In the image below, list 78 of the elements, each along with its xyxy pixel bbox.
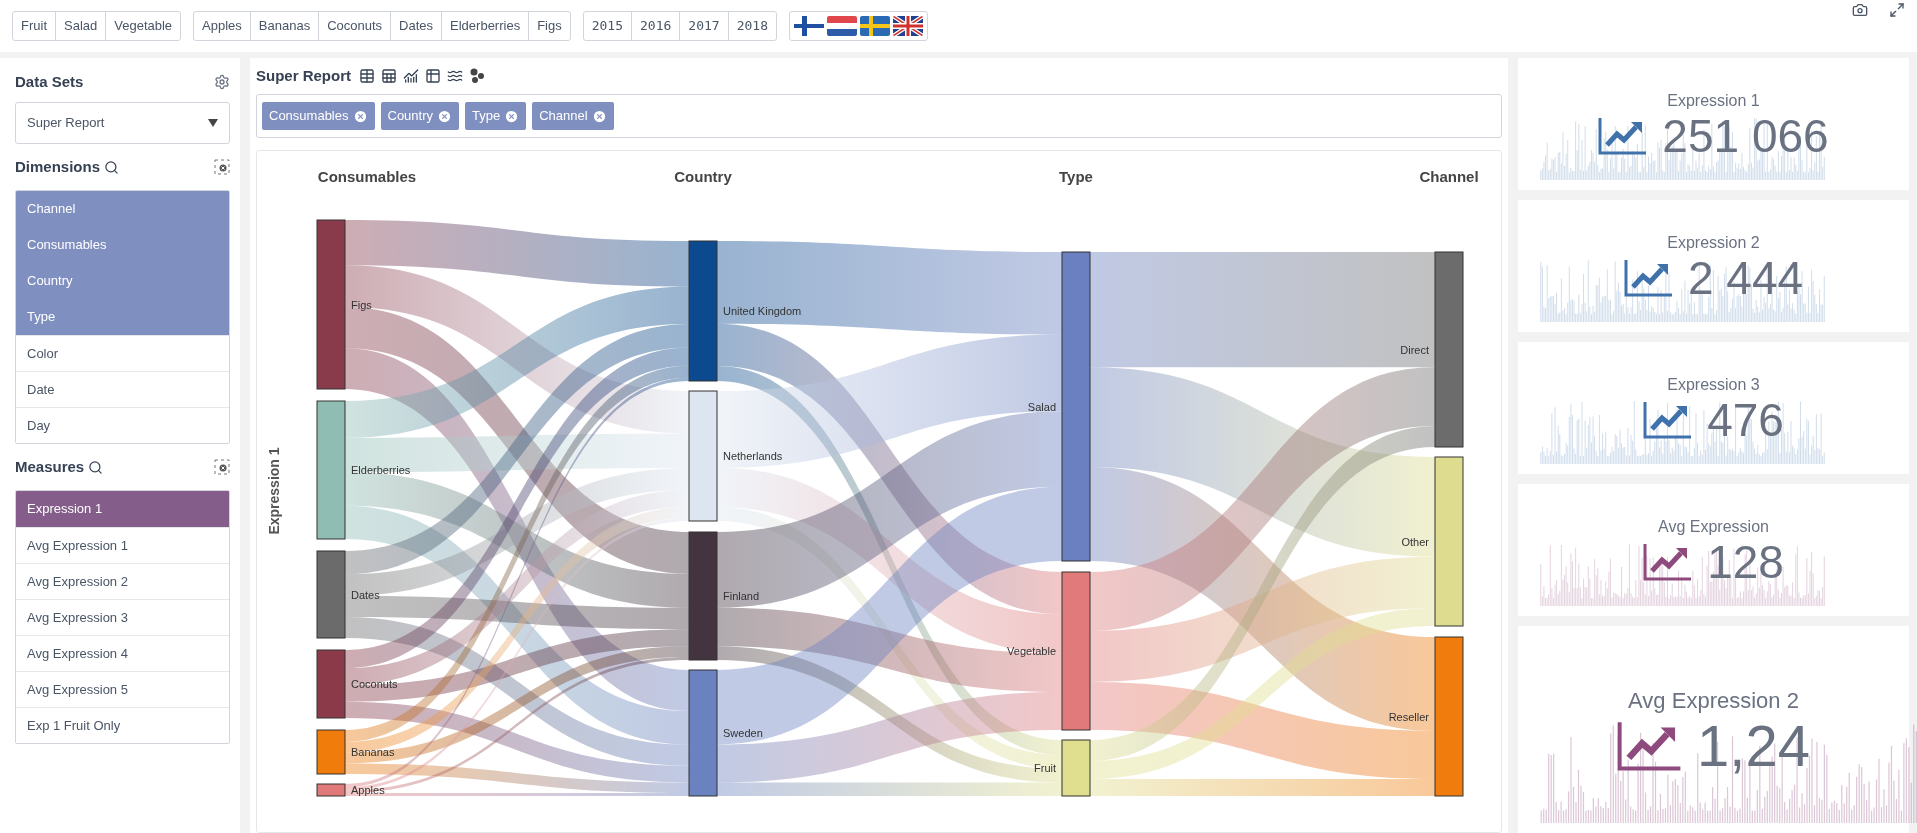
filter-button[interactable]: 2017 xyxy=(679,12,728,40)
trend-chart-icon xyxy=(1643,400,1694,440)
remove-icon[interactable] xyxy=(591,108,607,124)
kpi-value: 251 066 xyxy=(1662,113,1829,159)
table-icon[interactable] xyxy=(425,68,441,84)
kpi-value: 1,24 xyxy=(1697,717,1810,775)
waves-icon[interactable] xyxy=(447,68,463,84)
node-label: Sweden xyxy=(723,727,763,739)
flag-icon[interactable] xyxy=(793,16,824,36)
search-icon[interactable] xyxy=(88,459,104,475)
remove-icon[interactable] xyxy=(504,108,520,124)
clear-selection-icon[interactable] xyxy=(214,159,230,175)
section-title: Data Sets xyxy=(15,71,84,92)
node-label: Direct xyxy=(1400,343,1429,356)
filter-button[interactable]: Bananas xyxy=(249,12,319,40)
caret-icon xyxy=(208,119,218,127)
remove-icon[interactable] xyxy=(437,108,453,124)
filter-button[interactable]: 2018 xyxy=(727,12,776,40)
filter-button[interactable]: Elderberries xyxy=(441,12,529,40)
filter-button[interactable]: Fruit xyxy=(13,12,55,40)
node-label: Reseller xyxy=(1388,710,1429,723)
trend-chart-icon xyxy=(1643,542,1694,582)
column-header: Country xyxy=(674,168,732,185)
filter-button[interactable]: Salad xyxy=(55,12,106,40)
node-label: Finland xyxy=(723,590,760,602)
trend-chart-icon xyxy=(1623,258,1674,298)
node-label: Netherlands xyxy=(723,450,783,462)
filter-button[interactable]: Vegetable xyxy=(105,12,181,40)
node-label: Salad xyxy=(1027,400,1056,413)
remove-icon[interactable] xyxy=(352,108,368,124)
kpi-label: Avg Expression 2 xyxy=(1628,687,1799,715)
filter-button[interactable]: Dates xyxy=(390,12,442,40)
flag-icon[interactable] xyxy=(892,16,923,36)
settings-icon[interactable] xyxy=(214,74,230,90)
kpi-label: Avg Expression xyxy=(1658,517,1769,537)
column-header: Type xyxy=(1059,168,1093,185)
list-item[interactable]: Day xyxy=(16,407,229,443)
axis-title: Expression 1 xyxy=(266,447,282,535)
kpi-value: 128 xyxy=(1707,539,1784,585)
node-label: Bananas xyxy=(351,746,395,758)
dataset-dropdown[interactable]: Super Report xyxy=(15,102,230,144)
filter-button[interactable]: Figs xyxy=(528,12,570,40)
node-label: Coconuts xyxy=(351,678,398,690)
node-label: Vegetable xyxy=(1007,645,1056,657)
node-label: Figs xyxy=(351,298,372,311)
flag-icon[interactable] xyxy=(826,16,857,36)
trend-chart-icon xyxy=(1598,116,1649,156)
column-header: Consumables xyxy=(317,168,417,185)
kpi-label: Expression 1 xyxy=(1667,91,1760,111)
search-icon[interactable] xyxy=(104,159,120,175)
dots-icon[interactable] xyxy=(469,68,485,84)
section-title: Dimensions xyxy=(15,156,101,177)
flag-icon[interactable] xyxy=(859,16,890,36)
report-title: Super Report xyxy=(256,65,351,86)
filter-button[interactable]: Coconuts xyxy=(318,12,391,40)
node-label: Dates xyxy=(351,588,380,601)
node-label: Elderberries xyxy=(351,464,411,476)
clear-selection-icon[interactable] xyxy=(214,459,230,475)
kpi-label: Expression 2 xyxy=(1667,233,1760,253)
table-icon[interactable] xyxy=(381,68,397,84)
filter-button[interactable]: 2015 xyxy=(583,12,632,40)
list-item[interactable]: Expression 1 xyxy=(16,491,229,527)
filter-button[interactable]: Apples xyxy=(194,12,250,40)
chart-icon[interactable] xyxy=(403,68,419,84)
expand-icon[interactable] xyxy=(1889,2,1905,18)
filter-button[interactable]: 2016 xyxy=(631,12,680,40)
table-icon[interactable] xyxy=(359,68,375,84)
node-label: Apples xyxy=(351,784,385,796)
node-label: Other xyxy=(1401,535,1429,548)
kpi-value: 476 xyxy=(1707,397,1784,443)
section-title: Measures xyxy=(15,456,85,477)
list-item[interactable]: Exp 1 Fruit Only xyxy=(16,707,229,743)
camera-icon[interactable] xyxy=(1851,2,1869,18)
kpi-label: Expression 3 xyxy=(1667,375,1760,395)
node-label: Fruit xyxy=(1034,762,1056,774)
column-header: Channel xyxy=(1419,168,1479,185)
kpi-value: 2 444 xyxy=(1687,255,1804,301)
node-label: United Kingdom xyxy=(723,305,802,317)
